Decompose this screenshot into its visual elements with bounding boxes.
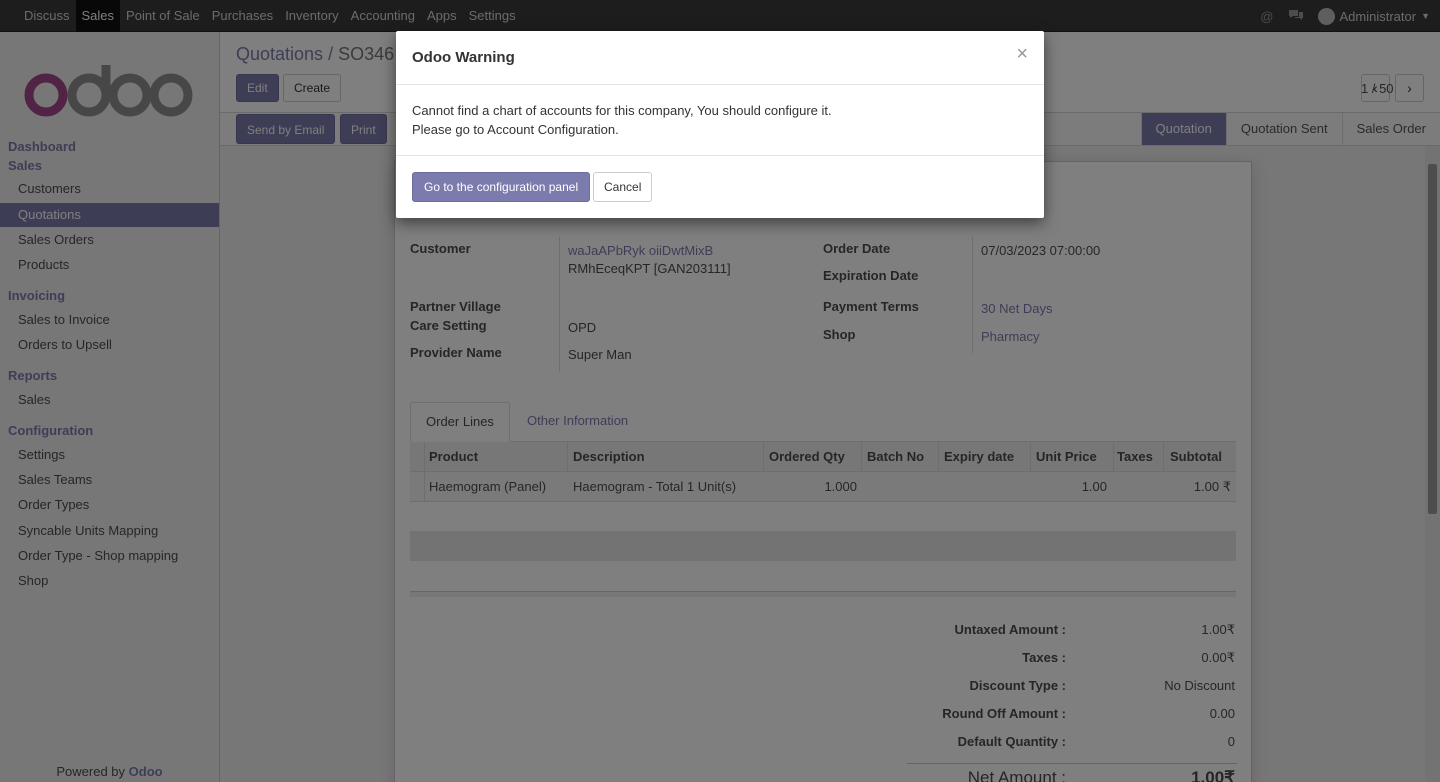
warning-dialog: Odoo Warning × Cannot find a chart of ac…: [396, 31, 1044, 218]
dialog-header: Odoo Warning ×: [396, 31, 1044, 85]
dialog-footer: Go to the configuration panel Cancel: [396, 156, 1044, 218]
cancel-button[interactable]: Cancel: [593, 172, 653, 202]
dialog-title: Odoo Warning: [412, 49, 515, 66]
dialog-message-line-1: Cannot find a chart of accounts for this…: [412, 103, 832, 118]
dialog-body: Cannot find a chart of accounts for this…: [396, 85, 1044, 156]
go-to-configuration-button[interactable]: Go to the configuration panel: [412, 172, 591, 202]
close-icon[interactable]: ×: [1016, 43, 1028, 66]
dialog-message-line-2: Please go to Account Configuration.: [412, 122, 619, 137]
